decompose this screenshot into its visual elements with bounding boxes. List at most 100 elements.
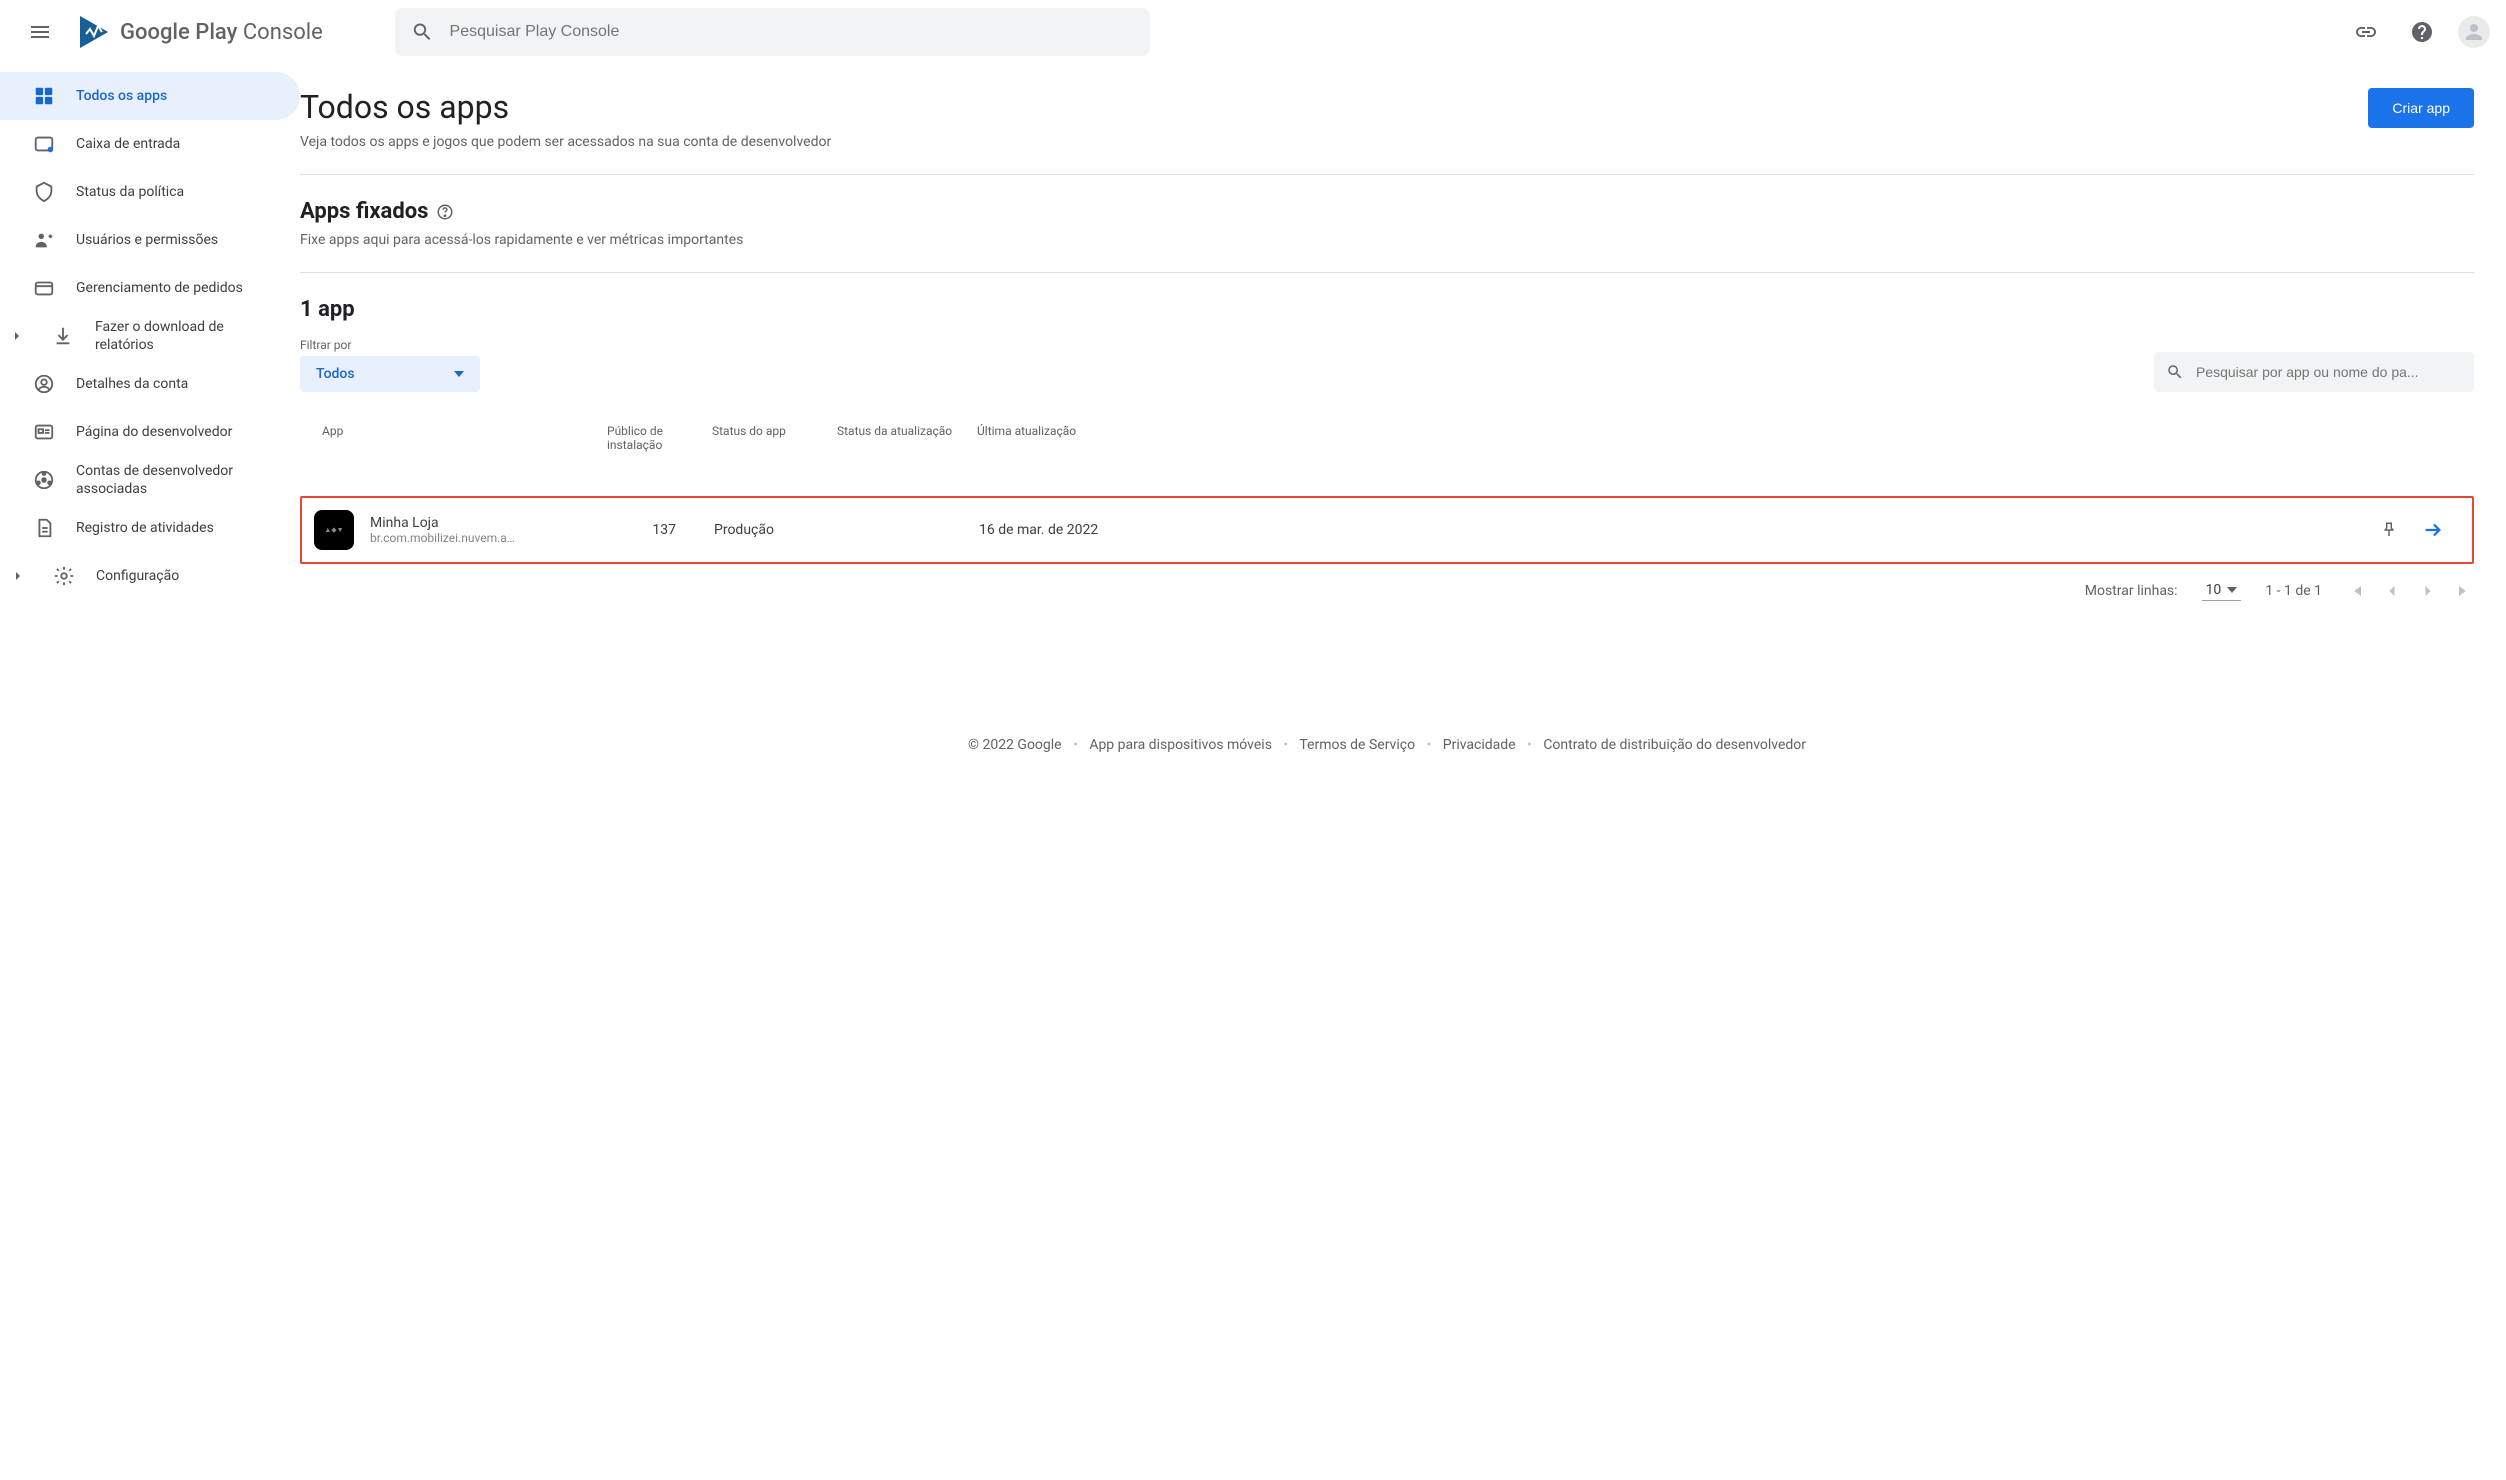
sidebar-item-label: Fazer o download de relatórios [95,318,276,354]
chevron-right-icon [2418,581,2438,601]
filter-value: Todos [316,366,355,382]
caret-right-icon [8,331,27,341]
download-icon [51,324,75,348]
app-search-input[interactable] [2196,364,2462,380]
footer-link-terms[interactable]: Termos de Serviço [1299,737,1415,753]
shield-icon [32,180,56,204]
sidebar-item-inbox[interactable]: Caixa de entrada [0,120,300,168]
sidebar-item-label: Configuração [96,567,179,585]
card-icon [32,276,56,300]
first-page-icon [2346,581,2366,601]
col-last-update: Última atualização [977,424,1177,452]
page-first[interactable] [2346,581,2366,601]
rows-value: 10 [2206,582,2222,598]
col-app: App [312,424,607,452]
logo-text: Google Play Console [120,20,323,45]
logo[interactable]: Google Play Console [76,14,323,50]
sidebar-item-label: Registro de atividades [76,519,214,537]
sidebar-item-users[interactable]: Usuários e permissões [0,216,300,264]
pin-button[interactable] [2380,521,2398,539]
sidebar-item-orders[interactable]: Gerenciamento de pedidos [0,264,300,312]
cell-installs: 137 [609,522,714,538]
sidebar-item-dev-page[interactable]: Página do desenvolvedor [0,408,300,456]
app-name: Minha Loja [370,515,515,531]
person-icon [2462,20,2486,44]
app-package: br.com.mobilizei.nuvem.a… [370,531,515,545]
pagination: Mostrar linhas: 10 1 - 1 de 1 [300,580,2474,601]
filter-label: Filtrar por [300,338,480,352]
help-button[interactable] [2402,12,2442,52]
page-last[interactable] [2454,581,2474,601]
app-icon: ▲◆▼ [314,510,354,550]
pinned-desc: Fixe apps aqui para acessá-los rapidamen… [300,232,2474,248]
footer-link-mobile[interactable]: App para dispositivos móveis [1089,737,1272,753]
search-icon [2166,362,2184,382]
sidebar-item-account[interactable]: Detalhes da conta [0,360,300,408]
search-input[interactable] [450,23,1134,41]
gear-icon [52,564,76,588]
sidebar-item-label: Detalhes da conta [76,375,188,393]
account-icon [32,372,56,396]
filter-dropdown[interactable]: Todos [300,356,480,392]
col-status: Status do app [712,424,837,452]
create-app-button[interactable]: Criar app [2368,88,2474,128]
apps-table: ▲◆▼ Minha Loja br.com.mobilizei.nuvem.a…… [300,496,2474,564]
hamburger-icon [28,20,52,44]
page-title: Todos os apps [300,88,831,126]
page-next[interactable] [2418,581,2438,601]
page-subtitle: Veja todos os apps e jogos que podem ser… [300,134,831,150]
footer-link-distribution[interactable]: Contrato de distribuição do desenvolvedo… [1543,737,1806,753]
header-actions [2346,12,2490,52]
divider [300,174,2474,175]
sidebar-item-label: Página do desenvolvedor [76,423,232,441]
cell-last-update: 16 de mar. de 2022 [979,522,1179,538]
open-button[interactable] [2422,519,2444,541]
sidebar-item-label: Usuários e permissões [76,231,218,249]
sidebar: Todos os apps Caixa de entrada Status da… [0,64,300,769]
sidebar-item-settings[interactable]: Configuração [0,552,300,600]
sidebar-item-activity[interactable]: Registro de atividades [0,504,300,552]
inbox-icon [32,132,56,156]
help-icon [2410,20,2434,44]
table-header: App Público de instalação Status do app … [300,424,2474,464]
divider [300,272,2474,273]
copyright: © 2022 Google [968,737,1062,753]
header: Google Play Console [0,0,2506,64]
dropdown-icon [454,371,464,377]
apps-count-title: 1 app [300,297,2474,322]
cell-status: Produção [714,522,839,538]
sidebar-item-download[interactable]: Fazer o download de relatórios [0,312,300,360]
help-circle-icon[interactable] [436,203,454,221]
footer-link-privacy[interactable]: Privacidade [1443,737,1516,753]
sidebar-item-label: Caixa de entrada [76,135,180,153]
sidebar-item-label: Contas de desenvolvedor associadas [76,462,276,498]
col-update-status: Status da atualização [837,424,977,452]
page-prev[interactable] [2382,581,2402,601]
page-range: 1 - 1 de 1 [2265,583,2322,599]
users-icon [32,228,56,252]
arrow-right-icon [2422,519,2444,541]
link-button[interactable] [2346,12,2386,52]
col-installs: Público de instalação [607,424,712,452]
document-icon [32,516,56,540]
footer: © 2022 Google • App para dispositivos mó… [300,721,2474,769]
sidebar-item-label: Todos os apps [76,87,167,105]
sidebar-item-policy[interactable]: Status da política [0,168,300,216]
link-icon [2354,20,2378,44]
menu-button[interactable] [16,8,64,56]
sidebar-item-label: Gerenciamento de pedidos [76,279,243,297]
search-icon [411,20,434,44]
sidebar-item-all-apps[interactable]: Todos os apps [0,72,300,120]
table-row[interactable]: ▲◆▼ Minha Loja br.com.mobilizei.nuvem.a…… [302,498,2472,562]
linked-icon [32,468,56,492]
last-page-icon [2454,581,2474,601]
main-content: Todos os apps Veja todos os apps e jogos… [300,64,2506,769]
rows-select[interactable]: 10 [2202,580,2242,601]
sidebar-item-linked[interactable]: Contas de desenvolvedor associadas [0,456,300,504]
search-box[interactable] [395,8,1150,56]
app-search-box[interactable] [2154,352,2474,392]
pinned-title: Apps fixados [300,199,2474,224]
dropdown-icon [2227,587,2237,593]
avatar[interactable] [2458,16,2490,48]
caret-right-icon [8,571,28,581]
